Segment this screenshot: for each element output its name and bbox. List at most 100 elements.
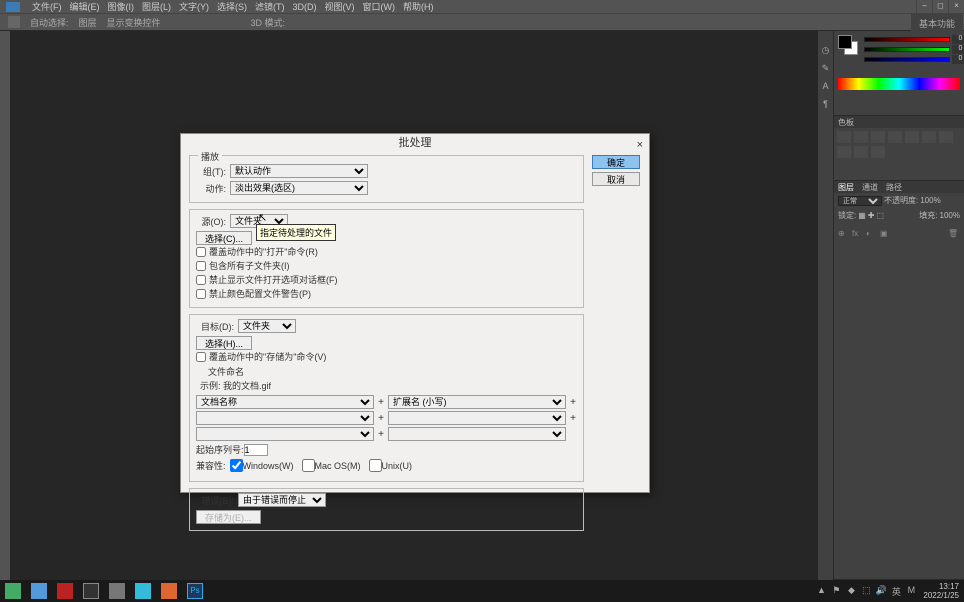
clock[interactable]: 13:17 2022/1/25 <box>920 582 962 600</box>
brush-icon[interactable]: ✎ <box>820 63 832 75</box>
lock-icon[interactable]: ▦ <box>858 211 866 220</box>
menu-select[interactable]: 选择(S) <box>217 0 247 13</box>
tab-paths[interactable]: 路径 <box>886 182 902 193</box>
prop-icon[interactable] <box>837 146 851 158</box>
foreground-color[interactable] <box>838 35 852 49</box>
suppress-open-label: 禁止显示文件打开选项对话框(F) <box>209 273 338 286</box>
tray-up-icon[interactable]: ▲ <box>815 585 827 597</box>
prop-icon[interactable] <box>888 131 902 143</box>
task-icon-6[interactable] <box>130 581 156 601</box>
task-icon-photoshop[interactable]: Ps <box>182 581 208 601</box>
name-token-2[interactable]: 扩展名 (小写) <box>388 395 566 409</box>
prop-icon[interactable] <box>939 131 953 143</box>
suppress-color-checkbox[interactable] <box>196 289 206 299</box>
cancel-button[interactable]: 取消 <box>592 172 640 186</box>
fill-value[interactable]: 100% <box>940 211 960 220</box>
name-token-4[interactable] <box>388 411 566 425</box>
menu-filter[interactable]: 滤镜(T) <box>255 0 285 13</box>
tab-channels[interactable]: 通道 <box>862 182 878 193</box>
layer-btn-icon[interactable]: ⊕ <box>838 229 850 239</box>
choose-source-button[interactable]: 选择(C)... <box>196 231 252 245</box>
compat-mac-checkbox[interactable] <box>302 459 315 472</box>
menu-view[interactable]: 视图(V) <box>325 0 355 13</box>
task-icon-pdf[interactable] <box>52 581 78 601</box>
task-icon-1[interactable] <box>0 581 26 601</box>
tray-icon[interactable]: ◆ <box>845 585 857 597</box>
opacity-value[interactable]: 100% <box>920 196 940 205</box>
task-icon-ppt[interactable] <box>156 581 182 601</box>
char-icon[interactable]: A <box>820 81 832 93</box>
tab-layers[interactable]: 图层 <box>838 182 854 193</box>
layer-btn-icon[interactable]: fx <box>852 229 864 239</box>
properties-panel: 色板 <box>834 116 964 181</box>
layer-btn-icon[interactable]: ◐ <box>866 229 878 239</box>
group-select[interactable]: 默认动作 <box>230 164 368 178</box>
menu-edit[interactable]: 编辑(E) <box>70 0 100 13</box>
layer-btn-icon[interactable]: ▣ <box>880 229 892 239</box>
history-icon[interactable]: ◷ <box>820 45 832 57</box>
tray-sound-icon[interactable]: 🔊 <box>875 585 887 597</box>
maximize-button[interactable]: ◻ <box>932 0 948 13</box>
close-button[interactable]: × <box>948 0 964 13</box>
name-token-5[interactable] <box>196 427 374 441</box>
ok-button[interactable]: 确定 <box>592 155 640 169</box>
compat-windows-checkbox[interactable] <box>230 459 243 472</box>
b-slider[interactable]: 0 <box>864 57 950 65</box>
serial-input[interactable] <box>244 444 268 456</box>
menu-image[interactable]: 图像(I) <box>108 0 135 13</box>
task-icon-5[interactable] <box>104 581 130 601</box>
menu-window[interactable]: 窗口(W) <box>363 0 396 13</box>
name-token-3[interactable] <box>196 411 374 425</box>
r-slider[interactable]: 0 <box>864 37 950 45</box>
system-tray: ▲ ⚑ ◆ ⬚ 🔊 英 M 13:17 2022/1/25 <box>815 580 962 602</box>
compat-unix-label: Unix(U) <box>382 461 413 471</box>
task-icon-terminal[interactable] <box>78 581 104 601</box>
menu-layer[interactable]: 图层(L) <box>142 0 171 13</box>
g-slider[interactable]: 0 <box>864 47 950 55</box>
menu-3d[interactable]: 3D(D) <box>293 2 317 12</box>
tools-panel[interactable] <box>0 31 10 580</box>
tray-ime-icon[interactable]: 英 <box>890 585 902 597</box>
override-open-checkbox[interactable] <box>196 247 206 257</box>
prop-icon[interactable] <box>871 131 885 143</box>
name-token-6[interactable] <box>388 427 566 441</box>
option-label[interactable]: 显示变换控件 <box>107 16 161 29</box>
action-select[interactable]: 淡出效果(选区) <box>230 181 368 195</box>
lock-icon[interactable]: ⬚ <box>877 211 885 220</box>
save-as-button[interactable]: 存储为(E)... <box>196 510 261 524</box>
prop-icon[interactable] <box>854 131 868 143</box>
errors-select[interactable]: 由于错误而停止 <box>238 493 326 507</box>
properties-tab[interactable]: 色板 <box>838 117 854 128</box>
choose-dest-button[interactable]: 选择(H)... <box>196 336 252 350</box>
tray-icon[interactable]: ⚑ <box>830 585 842 597</box>
prop-icon[interactable] <box>854 146 868 158</box>
task-icon-explorer[interactable] <box>26 581 52 601</box>
name-token-1[interactable]: 文档名称 <box>196 395 374 409</box>
lock-icon[interactable]: ✚ <box>868 211 875 220</box>
app-logo <box>6 2 20 12</box>
prop-icon[interactable] <box>837 131 851 143</box>
menu-help[interactable]: 帮助(H) <box>403 0 434 13</box>
layer-btn-icon[interactable]: 🗑 <box>948 229 960 239</box>
hue-strip[interactable] <box>838 78 960 90</box>
override-save-checkbox[interactable] <box>196 352 206 362</box>
tray-network-icon[interactable]: ⬚ <box>860 585 872 597</box>
prop-icon[interactable] <box>905 131 919 143</box>
include-subfolders-checkbox[interactable] <box>196 261 206 271</box>
dest-label: 目标(D): <box>196 320 234 333</box>
tray-ime-icon[interactable]: M <box>905 585 917 597</box>
color-swatches[interactable] <box>838 35 856 53</box>
layers-panel: 图层 通道 路径 正常 不透明度: 100% 锁定: ▦ ✚ ⬚ 填充: 100… <box>834 181 964 580</box>
minimize-button[interactable]: – <box>916 0 932 13</box>
menu-type[interactable]: 文字(Y) <box>179 0 209 13</box>
menu-file[interactable]: 文件(F) <box>32 0 62 13</box>
compat-unix-checkbox[interactable] <box>369 459 382 472</box>
blend-mode[interactable]: 正常 <box>838 196 882 206</box>
prop-icon[interactable] <box>922 131 936 143</box>
prop-icon[interactable] <box>871 146 885 158</box>
option-label[interactable]: 图层 <box>79 16 97 29</box>
dialog-close-button[interactable]: × <box>637 136 643 155</box>
dest-select[interactable]: 文件夹 <box>238 319 296 333</box>
para-icon[interactable]: ¶ <box>820 99 832 111</box>
suppress-open-checkbox[interactable] <box>196 275 206 285</box>
